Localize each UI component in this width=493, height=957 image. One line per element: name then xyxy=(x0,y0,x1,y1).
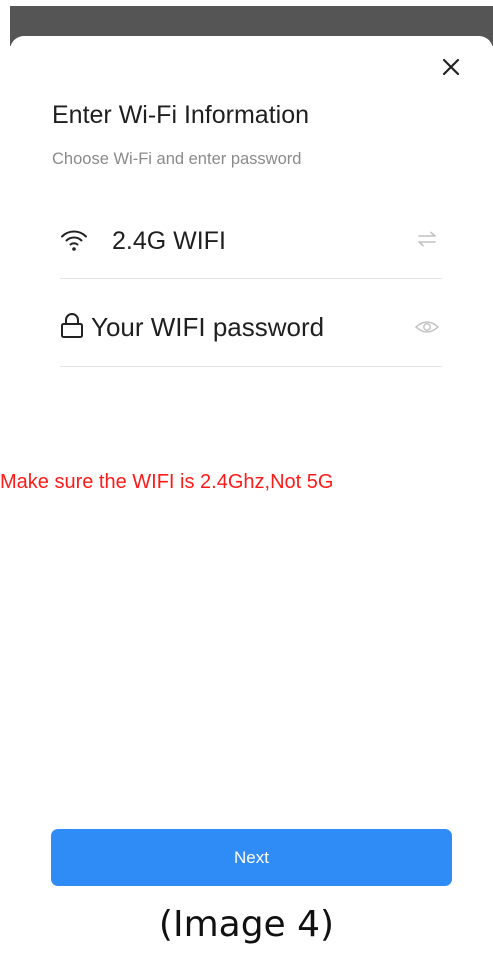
switch-network-icon[interactable] xyxy=(414,228,440,250)
lock-icon xyxy=(60,312,88,340)
wifi-ssid: 2.4G WIFI xyxy=(112,227,226,255)
page-title: Enter Wi-Fi Information xyxy=(52,101,310,129)
screen: Enter Wi-Fi Information Choose Wi-Fi and… xyxy=(0,0,493,957)
wifi-icon xyxy=(60,226,88,254)
wifi-info-sheet xyxy=(10,36,493,957)
eye-icon[interactable] xyxy=(414,316,440,338)
page-subtitle: Choose Wi-Fi and enter password xyxy=(52,150,302,168)
password-field[interactable]: Your WIFI password xyxy=(60,294,442,367)
password-placeholder: Your WIFI password xyxy=(91,312,325,342)
wifi-band-warning: Make sure the WIFI is 2.4Ghz,Not 5G xyxy=(0,471,334,493)
divider xyxy=(60,366,442,367)
close-button[interactable] xyxy=(434,50,468,84)
image-caption: (Image 4) xyxy=(158,904,335,945)
next-button[interactable]: Next xyxy=(51,829,452,886)
close-icon xyxy=(442,58,460,76)
wifi-network-selector[interactable]: 2.4G WIFI xyxy=(60,206,442,279)
divider xyxy=(60,278,442,279)
